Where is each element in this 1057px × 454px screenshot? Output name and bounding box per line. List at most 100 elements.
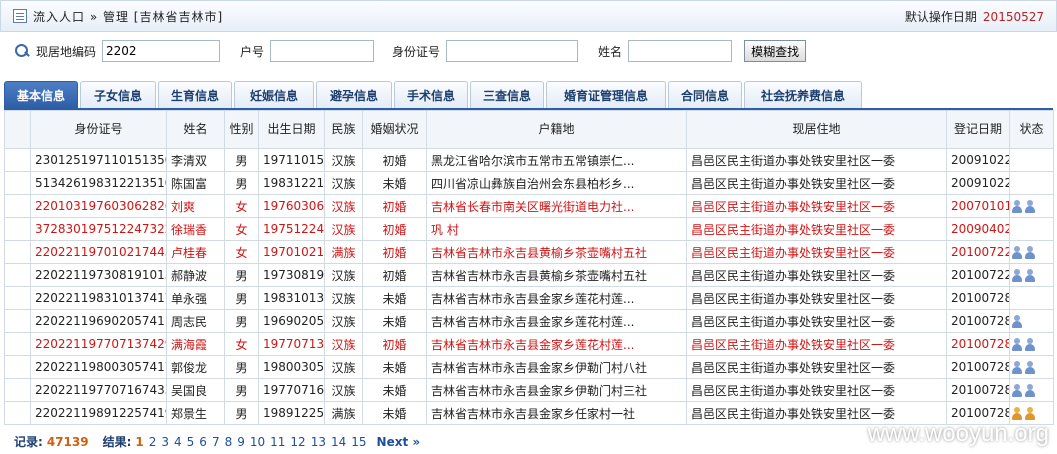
user-icon[interactable] bbox=[1011, 269, 1023, 282]
user-icon[interactable] bbox=[1011, 361, 1023, 374]
user-icon[interactable] bbox=[1011, 315, 1023, 328]
table-row[interactable]: 220221197707167433 吴国良男 19770716 汉族 未婚 吉林省吉林市… bbox=[4, 378, 1054, 402]
page-link[interactable]: 6 bbox=[199, 435, 207, 449]
cell-status[interactable] bbox=[1009, 148, 1054, 172]
user-icon[interactable] bbox=[1011, 246, 1023, 259]
tab-contract-info[interactable]: 合同信息 bbox=[668, 81, 742, 108]
col-ethnicity[interactable]: 民族 bbox=[324, 110, 363, 149]
row-select-cell[interactable] bbox=[4, 148, 31, 172]
cell-ethnicity: 汉族 bbox=[324, 171, 363, 195]
tab-checkup-info[interactable]: 三查信息 bbox=[470, 81, 544, 108]
table-row[interactable]: 372830197512247322 徐瑞香女 19751224 汉族 初婚巩 村昌邑区… bbox=[4, 217, 1054, 241]
row-select-cell[interactable] bbox=[4, 217, 31, 241]
user-icon[interactable] bbox=[1024, 269, 1036, 282]
col-name[interactable]: 姓名 bbox=[166, 110, 225, 149]
page-link[interactable]: 4 bbox=[174, 435, 182, 449]
row-select-cell[interactable] bbox=[4, 171, 31, 195]
page-link[interactable]: 15 bbox=[351, 435, 366, 449]
page-link[interactable]: 5 bbox=[187, 435, 195, 449]
user-icon[interactable] bbox=[1011, 200, 1023, 213]
tab-basic-info[interactable]: 基本信息 bbox=[4, 81, 78, 108]
cell-status[interactable] bbox=[1009, 217, 1054, 241]
page-link[interactable]: 2 bbox=[149, 435, 157, 449]
row-select-cell[interactable] bbox=[4, 194, 31, 218]
cell-sex: 男 bbox=[224, 309, 259, 333]
addr-code-input[interactable] bbox=[102, 40, 221, 62]
tab-children-info[interactable]: 子女信息 bbox=[80, 81, 156, 108]
cell-hukou: 吉林省吉林市永吉县黄榆乡茶壶嘴村五社 bbox=[426, 240, 687, 264]
name-input[interactable] bbox=[628, 40, 733, 62]
cell-marital: 未婚 bbox=[362, 309, 427, 333]
user-icon[interactable] bbox=[1024, 384, 1036, 397]
household-input[interactable] bbox=[270, 40, 375, 62]
table-row[interactable]: 220221196902057411 周志民男 19690205 汉族 未婚 吉林省吉林市… bbox=[4, 309, 1054, 333]
page-link[interactable]: 12 bbox=[290, 435, 305, 449]
row-select-cell[interactable] bbox=[4, 355, 31, 379]
cell-status[interactable] bbox=[1009, 194, 1054, 218]
user-icon[interactable] bbox=[1011, 407, 1023, 420]
cell-hukou: 吉林省吉林市永吉县金家乡莲花村莲... bbox=[426, 286, 687, 310]
cell-status[interactable] bbox=[1009, 286, 1054, 310]
table-row[interactable]: 220221198310137417 单永强男 19831013 汉族 未婚 吉林省吉林市… bbox=[4, 286, 1054, 310]
tab-surgery-info[interactable]: 手术信息 bbox=[394, 81, 468, 108]
user-icon[interactable] bbox=[1024, 338, 1036, 351]
page-link[interactable]: 7 bbox=[212, 435, 220, 449]
tab-marriage-cert-info[interactable]: 婚育证管理信息 bbox=[546, 81, 666, 108]
table-row[interactable]: 220221197707137429 满海霞女 19770713 汉族 初婚 吉林省吉林市… bbox=[4, 332, 1054, 356]
page-link[interactable]: 8 bbox=[225, 435, 233, 449]
user-icon[interactable] bbox=[1024, 200, 1036, 213]
user-icon[interactable] bbox=[1011, 384, 1023, 397]
row-select-cell[interactable] bbox=[4, 286, 31, 310]
records-label: 记录: bbox=[14, 435, 43, 449]
col-marital[interactable]: 婚姻状况 bbox=[362, 110, 427, 149]
cell-marital: 初婚 bbox=[362, 148, 427, 172]
user-icon[interactable] bbox=[1011, 338, 1023, 351]
tab-pregnancy-info[interactable]: 妊娠信息 bbox=[234, 81, 314, 108]
row-select-cell[interactable] bbox=[4, 240, 31, 264]
page-link[interactable]: 1 bbox=[135, 435, 143, 449]
cell-status[interactable] bbox=[1009, 378, 1054, 402]
row-select-cell[interactable] bbox=[4, 309, 31, 333]
table-row[interactable]: 220103197603062826 刘爽女 19760306 汉族 初婚 吉林省长春市南… bbox=[4, 194, 1054, 218]
page-link[interactable]: 10 bbox=[250, 435, 265, 449]
table-row[interactable]: 513426198312213510 陈国富男 19831221 汉族 未婚 四川省凉山彝… bbox=[4, 171, 1054, 195]
cell-hukou: 吉林省吉林市永吉县金家乡伊勒门村八社 bbox=[426, 355, 687, 379]
cell-status[interactable] bbox=[1009, 263, 1054, 287]
col-sex[interactable]: 性别 bbox=[224, 110, 259, 149]
cell-address: 昌邑区民主街道办事处铁安里社区一委 bbox=[686, 286, 947, 310]
cell-status[interactable] bbox=[1009, 240, 1054, 264]
table-row[interactable]: 220221197010217445 卢桂春女 19701021 满族 初婚 吉林省吉林市… bbox=[4, 240, 1054, 264]
col-regdate[interactable]: 登记日期 bbox=[946, 110, 1010, 149]
cell-status[interactable] bbox=[1009, 332, 1054, 356]
page-link[interactable]: 11 bbox=[270, 435, 285, 449]
tab-contraception-info[interactable]: 避孕信息 bbox=[316, 81, 392, 108]
user-icon[interactable] bbox=[1024, 361, 1036, 374]
page-link[interactable]: 9 bbox=[237, 435, 245, 449]
row-select-cell[interactable] bbox=[4, 263, 31, 287]
col-address[interactable]: 现居住地 bbox=[686, 110, 947, 149]
table-row[interactable]: 220221198003057417 郭俊龙男 19800305 汉族 未婚 吉林省吉林市… bbox=[4, 355, 1054, 379]
page-link[interactable]: 14 bbox=[331, 435, 346, 449]
table-row[interactable]: 220221197308191013 郝静波男 19730819 汉族 初婚 吉林省吉林市… bbox=[4, 263, 1054, 287]
cell-status[interactable] bbox=[1009, 309, 1054, 333]
row-select-cell[interactable] bbox=[4, 401, 31, 425]
page-link[interactable]: 13 bbox=[311, 435, 326, 449]
col-hukou[interactable]: 户籍地 bbox=[426, 110, 687, 149]
col-dob[interactable]: 出生日期 bbox=[258, 110, 325, 149]
row-select-cell[interactable] bbox=[4, 332, 31, 356]
idcard-input[interactable] bbox=[446, 40, 579, 62]
user-icon[interactable] bbox=[1024, 407, 1036, 420]
tab-birth-info[interactable]: 生育信息 bbox=[158, 81, 232, 108]
tab-social-fee-info[interactable]: 社会抚养费信息 bbox=[744, 81, 862, 108]
col-idcard[interactable]: 身份证号 bbox=[30, 110, 167, 149]
col-status[interactable]: 状态 bbox=[1009, 110, 1054, 149]
row-select-cell[interactable] bbox=[4, 378, 31, 402]
user-icon[interactable] bbox=[1024, 246, 1036, 259]
cell-status[interactable] bbox=[1009, 355, 1054, 379]
cell-status[interactable] bbox=[1009, 171, 1054, 195]
next-page-link[interactable]: Next » bbox=[377, 435, 421, 449]
table-row[interactable]: 230125197110151350 李清双男 19711015 汉族 初婚 黑龙江省哈尔… bbox=[4, 148, 1054, 172]
cell-name: 单永强 bbox=[166, 286, 225, 310]
page-link[interactable]: 3 bbox=[161, 435, 169, 449]
fuzzy-search-button[interactable]: 模糊查找 bbox=[744, 40, 807, 62]
